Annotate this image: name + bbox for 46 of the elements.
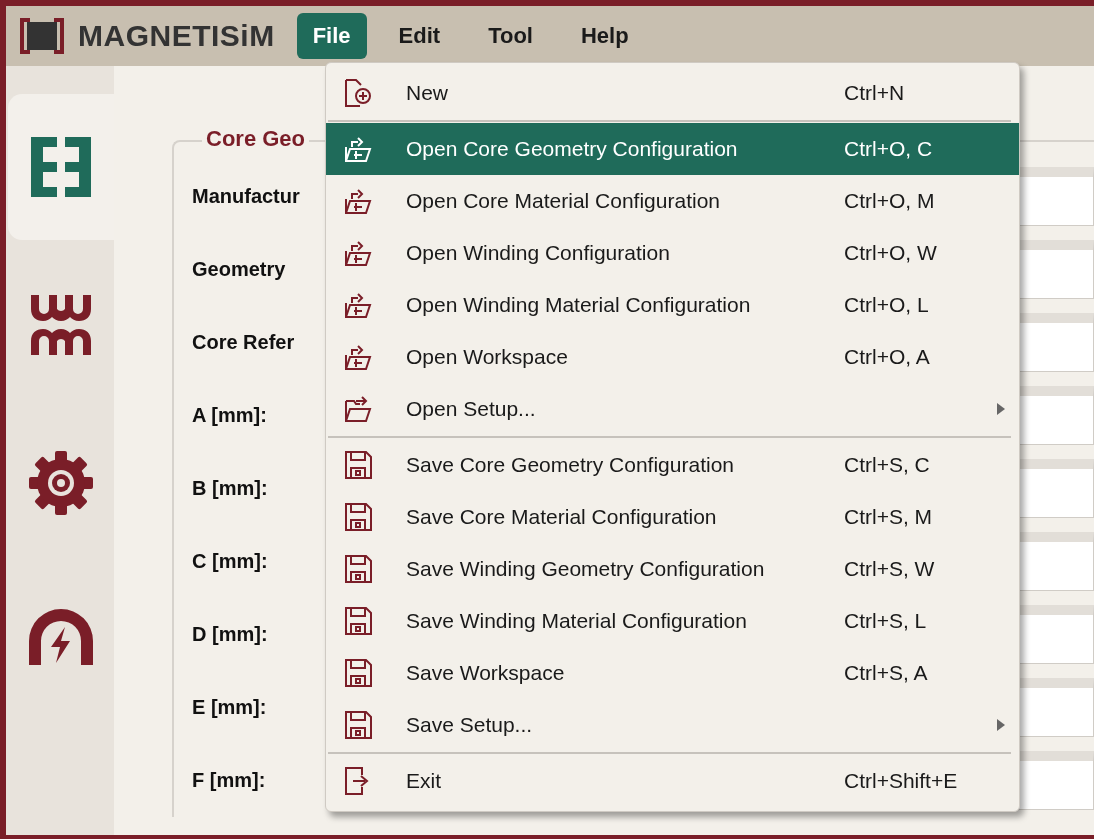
field-label: F [mm]: — [192, 769, 266, 791]
menu-item[interactable]: Open Workspace Ctrl+O, A — [326, 331, 1019, 383]
menu-item[interactable]: Save Setup... — [326, 699, 1019, 751]
save-icon — [344, 503, 372, 531]
field-label: D [mm]: — [192, 623, 268, 645]
menu-item[interactable]: Edit — [382, 13, 457, 59]
open-folder-icon — [344, 395, 372, 423]
menu-item[interactable]: Save Winding Material Configuration Ctrl+S, L — [326, 595, 1019, 647]
menu-item[interactable]: Save Core Geometry Configuration Ctrl+S, C — [326, 439, 1019, 491]
menu-item[interactable]: Open Setup... — [326, 383, 1019, 435]
field-label: C [mm]: — [192, 550, 268, 572]
field-label: A [mm]: — [192, 404, 267, 426]
menu-item[interactable]: Tool — [472, 13, 549, 59]
field-label: E [mm]: — [192, 696, 267, 718]
save-icon — [344, 451, 372, 479]
field-label: Manufactur — [192, 185, 300, 207]
open-folder-icon — [344, 187, 372, 215]
app-title: MAGNETISiM — [78, 19, 275, 53]
coil-icon — [29, 293, 93, 357]
menu-item[interactable]: File — [296, 13, 367, 59]
logo-icon — [18, 16, 66, 56]
open-folder-icon — [344, 343, 372, 371]
open-folder-icon — [344, 291, 372, 319]
menu-item[interactable]: Save Winding Geometry Configuration Ctrl+S, W — [326, 543, 1019, 595]
sidebar-tab[interactable] — [8, 94, 114, 240]
save-icon — [344, 607, 372, 635]
field-label: Geometry — [192, 258, 286, 280]
open-folder-icon — [344, 135, 372, 163]
menu-item[interactable]: Save Core Material Configuration Ctrl+S, M — [326, 491, 1019, 543]
save-icon — [344, 555, 372, 583]
menu-item[interactable]: New Ctrl+N — [326, 67, 1019, 119]
menu-item[interactable]: Save Workspace Ctrl+S, A — [326, 647, 1019, 699]
field-label: B [mm]: — [192, 477, 268, 499]
menu-item[interactable]: Help — [564, 13, 645, 59]
save-icon — [344, 659, 372, 687]
field-label: Core Refer — [192, 331, 295, 353]
new-file-icon — [344, 79, 372, 107]
menu-item[interactable]: Open Winding Configuration Ctrl+O, W — [326, 227, 1019, 279]
open-folder-icon — [344, 239, 372, 267]
gear-icon — [29, 451, 93, 515]
save-icon — [344, 711, 372, 739]
menu-item[interactable]: Open Winding Material Configuration Ctrl+O, L — [326, 279, 1019, 331]
menu-item[interactable]: Exit Ctrl+Shift+E — [326, 755, 1019, 807]
core-icon — [29, 135, 93, 199]
menu-item[interactable]: Open Core Material Configuration Ctrl+O, M — [326, 175, 1019, 227]
menu-item[interactable]: Open Core Geometry Configuration Ctrl+O, C — [326, 123, 1019, 175]
